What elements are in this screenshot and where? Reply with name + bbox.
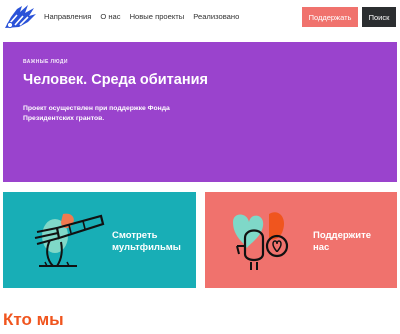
main-nav: Направления О нас Новые проекты Реализов… (44, 12, 239, 21)
nav-item-about[interactable]: О нас (100, 12, 120, 21)
nav-item-directions[interactable]: Направления (44, 12, 91, 21)
nav-item-new-projects[interactable]: Новые проекты (130, 12, 185, 21)
site-header: Направления О нас Новые проекты Реализов… (0, 0, 400, 36)
support-us-label: Поддержите нас (313, 230, 372, 253)
hero-tag: ВАЖНЫЕ ЛЮДИ (23, 59, 68, 65)
hero-banner[interactable]: ВАЖНЫЕ ЛЮДИ Человек. Среда обитания Прое… (3, 42, 397, 182)
watch-cartoons-label: Смотреть мультфильмы (112, 230, 181, 253)
nav-item-completed[interactable]: Реализовано (193, 12, 239, 21)
hand-logo-icon[interactable] (3, 3, 37, 30)
heart-lantern-illustration-icon (233, 212, 289, 270)
hero-description: Проект осуществлен при поддержке Фонда П… (23, 105, 170, 122)
telescope-illustration-icon (34, 213, 105, 267)
support-us-card[interactable]: Поддержите нас (205, 192, 397, 288)
about-section-title: Кто мы (3, 310, 64, 329)
support-button[interactable]: Поддержать (302, 7, 358, 27)
watch-cartoons-card[interactable]: Смотреть мультфильмы (3, 192, 196, 288)
search-button[interactable]: Поиск (362, 7, 396, 27)
hero-title: Человек. Среда обитания (23, 72, 208, 88)
